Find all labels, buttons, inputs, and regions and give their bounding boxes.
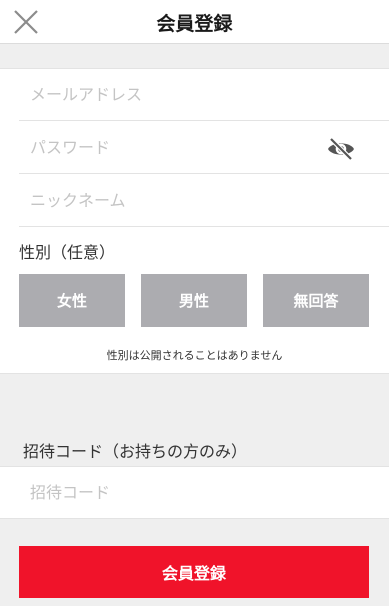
app-header: 会員登録 — [0, 0, 389, 44]
gender-no-answer-button[interactable]: 無回答 — [263, 274, 369, 327]
page-title: 会員登録 — [156, 13, 233, 35]
password-visibility-toggle[interactable] — [326, 137, 356, 161]
email-field-row — [19, 69, 389, 121]
invite-code-label: 招待コード（お持ちの方のみ） — [23, 442, 248, 461]
gender-privacy-note: 性別は公開されることはありません — [106, 349, 283, 362]
gender-female-button[interactable]: 女性 — [19, 274, 125, 327]
email-input[interactable] — [19, 69, 389, 120]
password-field-row — [19, 122, 389, 174]
invite-code-input[interactable] — [0, 467, 389, 518]
nickname-input[interactable] — [19, 175, 389, 226]
register-button[interactable]: 会員登録 — [19, 546, 369, 598]
eye-slash-icon — [328, 137, 354, 161]
gender-label: 性別（任意） — [19, 243, 116, 262]
registration-form: 性別（任意） 女性 男性 無回答 性別は公開されることはありません — [0, 68, 389, 374]
gender-male-button[interactable]: 男性 — [141, 274, 247, 327]
invite-code-field-row — [0, 466, 389, 519]
nickname-field-row — [19, 175, 389, 227]
